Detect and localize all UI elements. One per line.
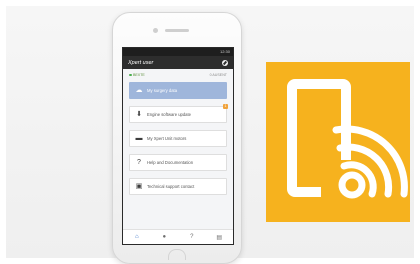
status-time: 12:30: [219, 49, 230, 54]
motor-icon: ▬: [135, 135, 143, 142]
menu-item-help[interactable]: ? Help and Documentation: [129, 154, 227, 171]
calendar-icon[interactable]: ▤: [212, 234, 226, 241]
connection-status-label: BEXTE: [133, 73, 145, 77]
connection-status-row: BEXTE 0 AUSENT: [123, 69, 233, 79]
menu-item-label: My surgery data: [147, 88, 178, 93]
app-header: Xpert user: [123, 56, 233, 69]
menu-item-support[interactable]: ▣ Technical support contact: [129, 178, 227, 195]
menu-item-label: Engine software update: [147, 112, 191, 117]
phone-screen: 12:30 Xpert user BEXTE 0 AUSENT ☁ My sur…: [122, 47, 234, 245]
help-icon[interactable]: ?: [185, 234, 199, 240]
menu-item-label: My Xpert Unit motors: [147, 136, 187, 141]
menu-item-surgery-data[interactable]: ☁ My surgery data: [129, 82, 227, 99]
connection-status: BEXTE: [129, 73, 145, 77]
help-icon: ?: [137, 159, 141, 166]
home-icon[interactable]: ⌂: [130, 234, 144, 240]
app-icon-tile: [266, 62, 410, 222]
user-icon[interactable]: ●: [157, 234, 171, 240]
phone-wireless-icon: [287, 79, 408, 199]
menu-item-label: Technical support contact: [147, 184, 195, 189]
menu-item-software-update[interactable]: ⬇ Engine software update 1: [129, 104, 228, 123]
status-dot-icon: [129, 73, 132, 77]
cloud-icon: ☁: [135, 87, 143, 94]
download-icon: ⬇: [136, 111, 142, 118]
phone-mockup: 12:30 Xpert user BEXTE 0 AUSENT ☁ My sur…: [112, 12, 242, 264]
camera-dot: [153, 28, 158, 33]
app-title: Xpert user: [128, 59, 154, 66]
status-bar: 12:30: [123, 48, 233, 56]
menu-item-motors[interactable]: ▬ My Xpert Unit motors: [129, 130, 227, 147]
contact-card-icon: ▣: [135, 183, 143, 190]
secondary-status-label: 0 AUSENT: [209, 73, 227, 77]
bottom-tab-bar: ⌂ ● ? ▤: [123, 229, 233, 244]
home-button: [168, 249, 186, 260]
notification-badge: 1: [223, 104, 228, 109]
menu-item-label: Help and Documentation: [147, 160, 194, 165]
menu-list: ☁ My surgery data ⬇ Engine software upda…: [123, 79, 233, 195]
speaker-slot: [165, 29, 189, 32]
settings-icon[interactable]: [222, 59, 228, 66]
